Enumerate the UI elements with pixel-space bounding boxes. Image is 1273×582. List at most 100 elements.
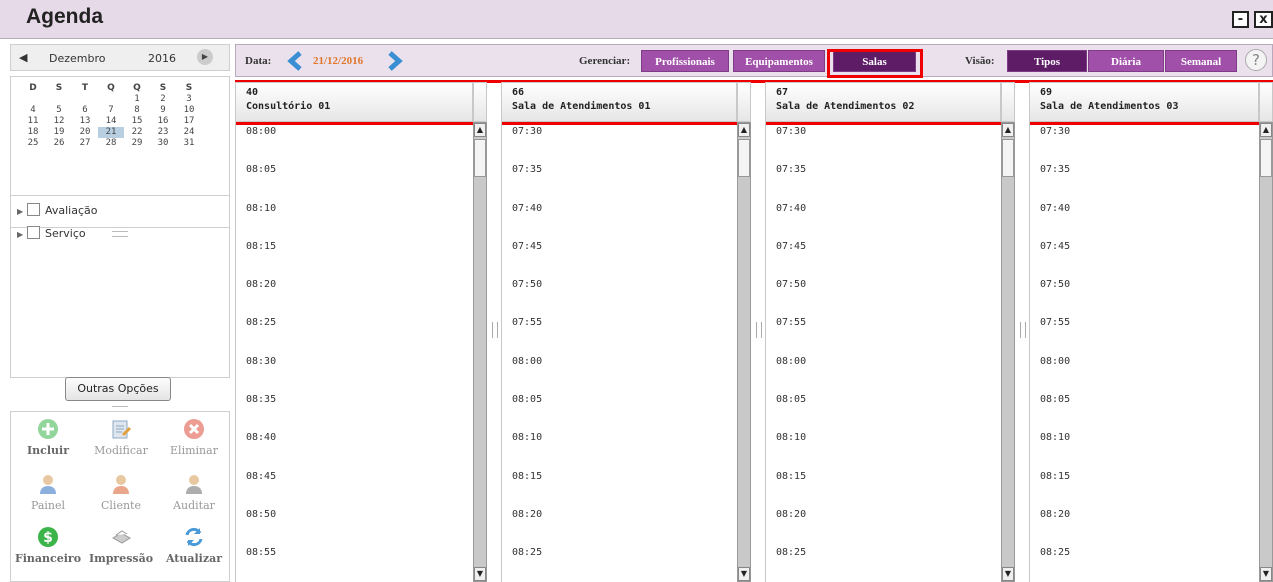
time-slot[interactable]: 08:20 — [236, 275, 473, 313]
minimize-button[interactable]: - — [1232, 11, 1249, 28]
professionals-button[interactable]: Profissionais — [641, 50, 729, 72]
prev-date-icon[interactable] — [286, 51, 304, 71]
calendar-day[interactable]: 25 — [20, 138, 46, 149]
calendar-day[interactable]: 31 — [176, 138, 202, 149]
time-slot[interactable]: 08:20 — [502, 505, 737, 543]
vertical-scrollbar[interactable]: ▲ ▼ — [737, 122, 751, 582]
next-date-icon[interactable] — [386, 51, 404, 71]
vertical-scrollbar[interactable]: ▲ ▼ — [1259, 122, 1273, 582]
help-icon[interactable]: ? — [1245, 49, 1267, 71]
time-slot[interactable]: 08:30 — [236, 352, 473, 390]
scroll-thumb[interactable] — [474, 139, 486, 177]
time-slot[interactable]: 07:30 — [1030, 122, 1259, 160]
calendar-day[interactable]: 15 — [124, 116, 150, 127]
time-slot[interactable]: 08:00 — [766, 352, 1001, 390]
atualizar-button[interactable]: Atualizar — [157, 526, 231, 565]
scroll-thumb[interactable] — [1260, 139, 1272, 177]
painel-button[interactable]: Painel — [11, 473, 85, 512]
calendar-day[interactable]: 4 — [20, 105, 46, 116]
other-options-button[interactable]: Outras Opções — [65, 377, 171, 401]
calendar-day[interactable]: 27 — [72, 138, 98, 149]
time-slot[interactable]: 08:50 — [236, 505, 473, 543]
calendar-day[interactable]: 8 — [124, 105, 150, 116]
expand-arrow-icon[interactable]: ▶ — [17, 228, 27, 242]
time-slot[interactable]: 08:10 — [1030, 428, 1259, 466]
scroll-up-icon[interactable]: ▲ — [738, 123, 750, 137]
time-slot[interactable]: 07:50 — [766, 275, 1001, 313]
time-slot[interactable]: 07:40 — [1030, 199, 1259, 237]
calendar-day[interactable]: 30 — [150, 138, 176, 149]
calendar-day[interactable]: 1 — [124, 94, 150, 105]
time-slot[interactable]: 07:45 — [1030, 237, 1259, 275]
time-slot[interactable]: 07:55 — [1030, 313, 1259, 351]
time-slot[interactable]: 07:40 — [766, 199, 1001, 237]
time-slot[interactable]: 08:25 — [236, 313, 473, 351]
splitter-grip[interactable] — [492, 322, 498, 338]
time-slot[interactable]: 08:20 — [1030, 505, 1259, 543]
calendar-day[interactable]: 14 — [98, 116, 124, 127]
financeiro-button[interactable]: $ Financeiro — [11, 526, 85, 565]
scroll-thumb[interactable] — [1002, 139, 1014, 177]
calendar-day[interactable]: 2 — [150, 94, 176, 105]
rooms-button[interactable]: Salas — [833, 50, 916, 72]
calendar-day[interactable]: 9 — [150, 105, 176, 116]
calendar-day[interactable]: 21 — [98, 127, 124, 138]
splitter-grip[interactable] — [1020, 322, 1026, 338]
time-slot[interactable]: 08:45 — [236, 467, 473, 505]
calendar-day[interactable]: 23 — [150, 127, 176, 138]
calendar-day[interactable]: 18 — [20, 127, 46, 138]
tree-item-avaliacao[interactable]: ▶ Avaliação — [17, 203, 98, 217]
calendar-day[interactable]: 29 — [124, 138, 150, 149]
time-slot[interactable]: 07:50 — [1030, 275, 1259, 313]
time-slot[interactable]: 08:25 — [1030, 543, 1259, 581]
auditar-button[interactable]: Auditar — [157, 473, 231, 512]
time-slot[interactable]: 07:45 — [766, 237, 1001, 275]
checkbox[interactable] — [27, 203, 40, 216]
calendar-day[interactable]: 24 — [176, 127, 202, 138]
calendar-day[interactable]: 12 — [46, 116, 72, 127]
modificar-button[interactable]: Modificar — [84, 418, 158, 457]
calendar-day[interactable]: 22 — [124, 127, 150, 138]
time-slot[interactable]: 08:10 — [502, 428, 737, 466]
time-slot[interactable]: 07:35 — [502, 160, 737, 198]
scroll-up-icon[interactable]: ▲ — [1260, 123, 1272, 137]
scroll-up-icon[interactable]: ▲ — [1002, 123, 1014, 137]
time-slot[interactable]: 07:35 — [766, 160, 1001, 198]
time-slot[interactable]: 08:05 — [236, 160, 473, 198]
vertical-scrollbar[interactable]: ▲ ▼ — [473, 122, 487, 582]
daily-button[interactable]: Diária — [1088, 50, 1164, 72]
calendar-day[interactable]: 3 — [176, 94, 202, 105]
calendar-day[interactable]: 13 — [72, 116, 98, 127]
time-slot[interactable]: 07:30 — [766, 122, 1001, 160]
calendar-day[interactable]: 11 — [20, 116, 46, 127]
calendar-day[interactable]: 6 — [72, 105, 98, 116]
time-slot[interactable]: 08:05 — [1030, 390, 1259, 428]
next-month-icon[interactable]: ▶ — [197, 49, 213, 65]
time-slot[interactable]: 08:25 — [502, 543, 737, 581]
scroll-down-icon[interactable]: ▼ — [1002, 567, 1014, 581]
time-slot[interactable]: 08:05 — [766, 390, 1001, 428]
time-slot[interactable]: 08:15 — [502, 467, 737, 505]
scroll-down-icon[interactable]: ▼ — [1260, 567, 1272, 581]
column-splitter[interactable] — [1015, 122, 1029, 582]
column-splitter[interactable] — [751, 122, 765, 582]
time-slot[interactable]: 08:10 — [236, 199, 473, 237]
calendar-day[interactable]: 19 — [46, 127, 72, 138]
scroll-down-icon[interactable]: ▼ — [474, 567, 486, 581]
calendar-day[interactable]: 16 — [150, 116, 176, 127]
scroll-thumb[interactable] — [738, 139, 750, 177]
time-slot[interactable]: 08:35 — [236, 390, 473, 428]
expand-arrow-icon[interactable]: ▶ — [17, 205, 27, 219]
calendar-day[interactable]: 5 — [46, 105, 72, 116]
time-slot[interactable]: 07:40 — [502, 199, 737, 237]
time-slot[interactable]: 08:40 — [236, 428, 473, 466]
incluir-button[interactable]: Incluir — [11, 418, 85, 457]
time-slot[interactable]: 08:25 — [766, 543, 1001, 581]
time-slot[interactable]: 07:35 — [1030, 160, 1259, 198]
time-slot[interactable]: 08:15 — [766, 467, 1001, 505]
time-slot[interactable]: 07:55 — [502, 313, 737, 351]
calendar-day[interactable]: 17 — [176, 116, 202, 127]
calendar-day[interactable]: 20 — [72, 127, 98, 138]
time-slot[interactable]: 08:00 — [1030, 352, 1259, 390]
vertical-scrollbar[interactable]: ▲ ▼ — [1001, 122, 1015, 582]
